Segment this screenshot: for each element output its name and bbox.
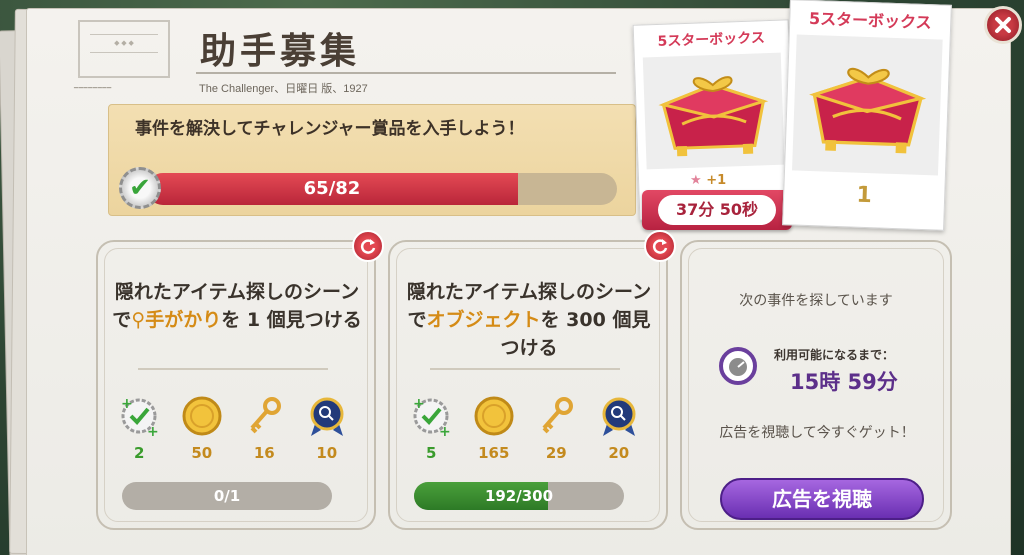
reward-timer-ribbon: 37分 50秒 [642,190,792,230]
star-bonus: ★ +1 [690,173,726,188]
green-check-icon: + + [413,396,451,440]
svg-text:+: + [121,396,133,412]
reward-card-title: 5スターボックス [808,8,932,33]
star-box-chest-icon [809,67,927,154]
gold-coin-icon [474,396,514,436]
available-time: 15時 59分 [790,370,898,394]
goal-progress-text: 65/82 [303,178,361,199]
reward-item: + + 5 [403,394,459,462]
goal-description: 事件を解決してチャレンジャー賞品を入手しよう！ [135,119,525,139]
task-text-after: を 1 個見つける [221,309,362,331]
reward-item: 29 [528,394,584,462]
reward-value: 165 [478,444,510,462]
reward-value: 29 [545,444,567,462]
star-box-chest-icon [658,76,769,157]
task-progress-text: 0/1 [213,487,241,505]
reward-card-final[interactable]: 5スターボックス 1 [782,0,952,231]
reward-value: 5 [426,444,437,462]
refresh-icon [652,239,668,254]
next-case-status: 次の事件を探しています [739,293,893,309]
svg-text:+: + [413,396,425,412]
reward-item: 20 [591,394,647,462]
task-highlight: オブジェクト [426,309,541,331]
magnifier-medal-icon [602,397,636,436]
task-progress-text: 192/300 [484,487,554,505]
task-rewards: + + 2 50 16 10 [108,394,358,462]
refresh-task-button[interactable] [352,230,384,262]
reward-item: 16 [236,394,292,462]
header-divider [196,72,616,74]
goal-check-icon: ✔ [119,167,161,209]
stopwatch-icon [719,347,757,385]
reward-card-image [642,52,785,170]
reward-card-title: 5スターボックス [657,30,766,50]
task-rewards: + + 5 165 29 20 [400,394,650,462]
panel-divider [138,368,328,378]
magnifier-medal-icon [310,397,344,436]
task-highlight: 手がかり [145,309,222,331]
reward-value: 20 [608,444,630,462]
gold-coin-icon [182,396,222,436]
goal-progress-bar: 65/82 [147,173,617,205]
task-panel-clue: 隠れたアイテム探しのシーンで⚲手がかりを 1 個見つける + + 2 50 16… [96,230,384,530]
newspaper-subtitle: The Challenger、日曜日 版、1927 [199,83,368,95]
reward-card-image [792,34,943,176]
panel-divider [430,368,620,378]
task-progress-bar: 0/1 [122,482,332,510]
task-panel-objects: 隠れたアイテム探しのシーンでオブジェクトを 300 個見つける + + 5 16… [388,230,676,530]
reward-value: 10 [316,444,338,462]
reward-item: + + 2 [111,394,167,462]
close-icon [995,17,1011,33]
svg-text:+: + [147,424,159,438]
energy-key-icon [250,397,282,434]
page-title: 助手募集 [200,31,361,72]
challenge-goal-banner: 事件を解決してチャレンジャー賞品を入手しよう！ 65/82 ✔ [108,104,636,216]
reward-value: 50 [191,444,213,462]
reward-timer: 37分 50秒 [658,195,776,225]
task-description: 隠れたアイテム探しのシーンで⚲手がかりを 1 個見つける [112,278,362,334]
green-check-icon: + + [121,396,159,440]
refresh-icon [360,239,376,254]
reward-item: 165 [466,394,522,462]
next-case-panel: 次の事件を探しています 利用可能になるまで： 15時 59分 広告を視聴して今す… [680,240,952,530]
reward-value: 16 [253,444,275,462]
available-label: 利用可能になるまで： [774,348,895,362]
masthead-ornament: ━━━━━━━━ [74,84,112,92]
star-rank-icon: ★ [690,173,702,188]
clue-magnifier-icon: ⚲ [131,309,146,331]
close-button[interactable] [984,6,1022,44]
watch-ad-button[interactable]: 広告を視聴 [720,478,924,520]
watch-ad-text: 広告を視聴して今すぐゲット！ [719,425,915,441]
reward-count: 1 [856,182,873,209]
refresh-task-button[interactable] [644,230,676,262]
svg-text:+: + [439,424,451,438]
newspaper-masthead-logo: ◆ ◆ ◆ [78,20,170,78]
energy-key-icon [542,397,574,434]
reward-item: 10 [299,394,355,462]
reward-value: 2 [134,444,145,462]
task-progress-bar: 192/300 [414,482,624,510]
task-description: 隠れたアイテム探しのシーンでオブジェクトを 300 個見つける [404,278,654,362]
reward-item: 50 [174,394,230,462]
star-bonus-value: +1 [706,173,727,188]
